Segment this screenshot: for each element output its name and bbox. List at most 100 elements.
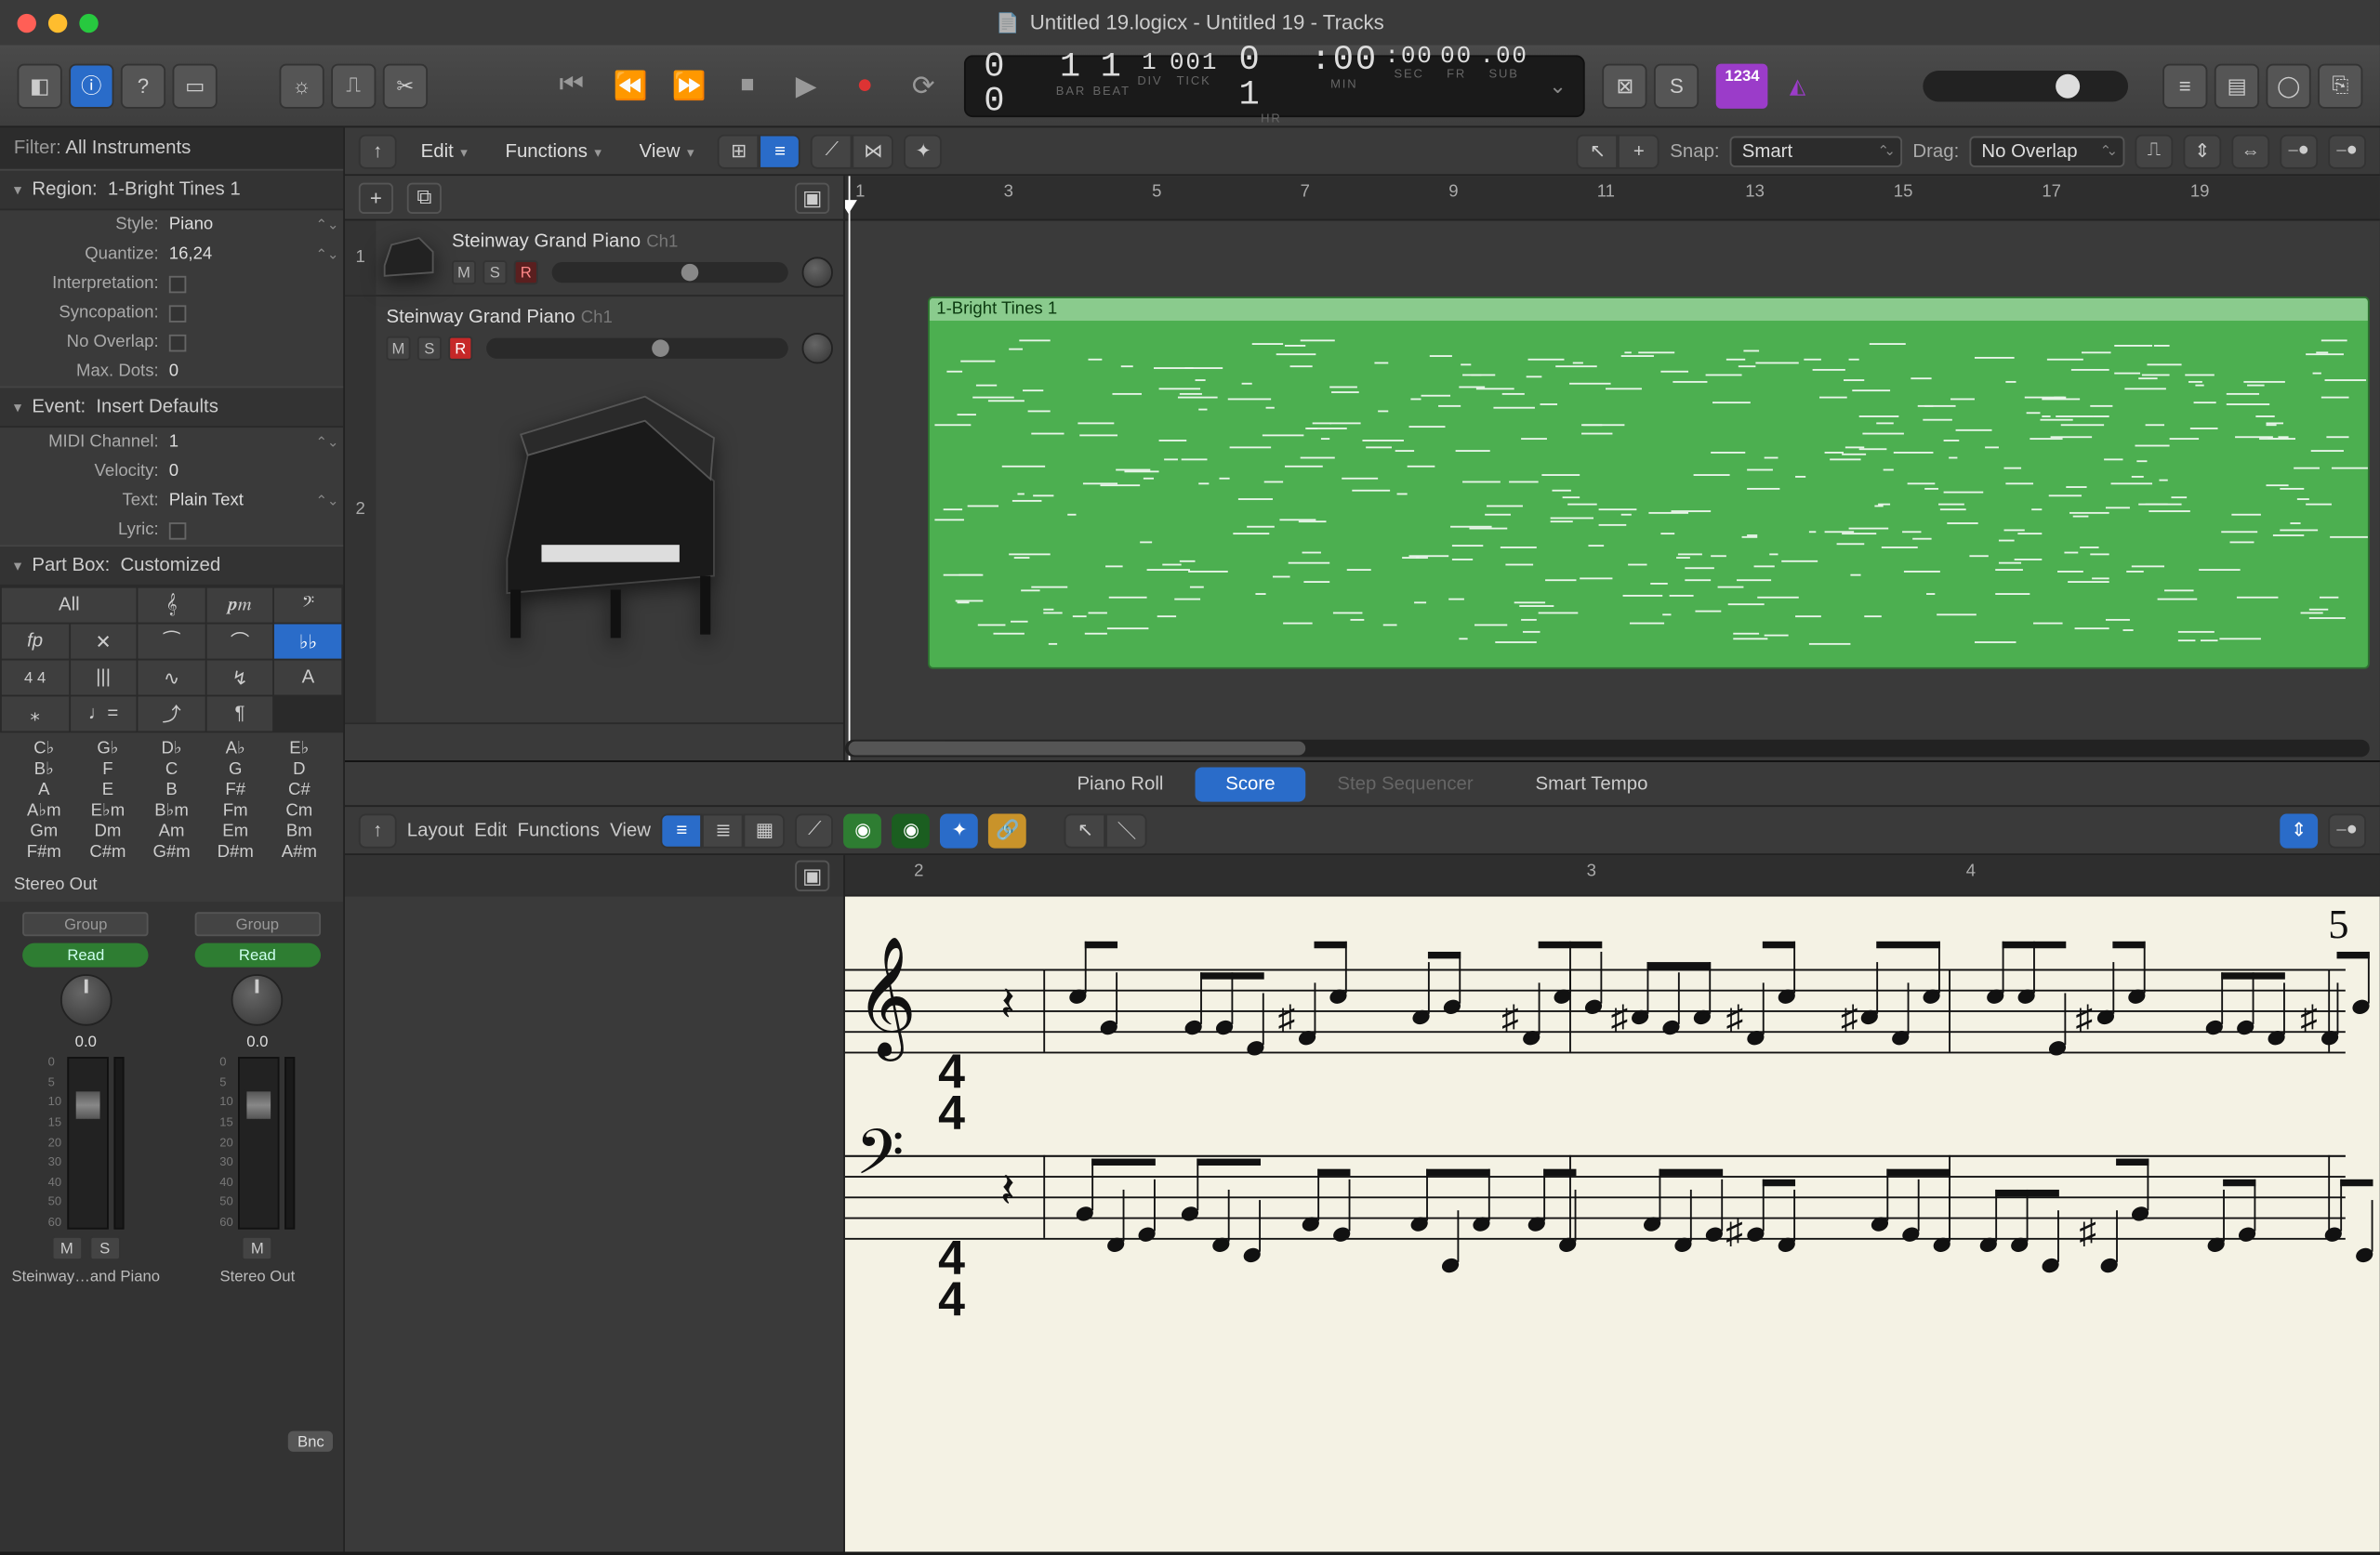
key-item[interactable]: G#m xyxy=(141,843,202,862)
playhead[interactable] xyxy=(849,176,851,760)
master-level-slider[interactable] xyxy=(1923,70,2128,100)
automation-read-button[interactable]: Read xyxy=(22,943,149,968)
editors-button[interactable]: ✂ xyxy=(383,63,428,108)
partbox-clefs[interactable]: 𝄞 xyxy=(139,588,205,623)
partbox-item[interactable]: ⤴ xyxy=(139,696,205,731)
grid-view-button[interactable]: ⊞ xyxy=(718,134,760,168)
key-item[interactable]: A#m xyxy=(269,843,329,862)
lcd-display[interactable]: 0 0 1BAR 1BEAT 1DIV 001TICK 0 1HR :00MIN… xyxy=(965,54,1585,116)
tab-piano-roll[interactable]: Piano Roll xyxy=(1046,767,1195,801)
group-slot[interactable]: Group xyxy=(22,912,149,936)
pointer-tool[interactable]: ↖ xyxy=(1577,134,1619,168)
mute-button[interactable]: M xyxy=(51,1236,82,1260)
key-item[interactable]: Cm xyxy=(269,802,329,821)
score-functions-menu[interactable]: Functions xyxy=(518,820,600,840)
flex-button[interactable]: ⋈ xyxy=(853,134,894,168)
key-item[interactable]: C♭ xyxy=(14,740,74,758)
track-row-1[interactable]: 1 Steinway Grand Piano Ch1 M S R xyxy=(345,220,843,297)
key-item[interactable]: C# xyxy=(269,781,329,799)
zoom-slider-h[interactable]: ⎯● xyxy=(2328,134,2366,168)
track-volume-slider[interactable] xyxy=(552,262,788,283)
score-alt-tool[interactable]: ＼ xyxy=(1106,813,1148,848)
key-item[interactable]: A xyxy=(14,781,74,799)
key-item[interactable]: F#m xyxy=(14,843,74,862)
partbox-item[interactable]: ⁀ xyxy=(139,625,205,659)
key-item[interactable]: F# xyxy=(205,781,266,799)
partbox-item[interactable]: ∿ xyxy=(139,660,205,694)
key-item[interactable]: Dm xyxy=(77,823,138,841)
score-catch-button[interactable]: ▣ xyxy=(795,861,829,891)
play-button[interactable]: ▶ xyxy=(782,61,830,110)
list-editors-button[interactable]: ≡ xyxy=(2162,63,2207,108)
arrange-area[interactable]: 135791113151719 1-Bright Tines 1 xyxy=(845,176,2380,760)
score-pointer-tool[interactable]: ↖ xyxy=(1064,813,1106,848)
no-overlap-checkbox[interactable] xyxy=(169,334,187,351)
smart-controls-button[interactable]: ☼ xyxy=(279,63,324,108)
region-quantize-select[interactable]: 16,24 xyxy=(169,244,316,263)
gain-value[interactable]: 0.0 xyxy=(75,1033,97,1050)
zoom-slider-v[interactable]: ⎯● xyxy=(2280,134,2318,168)
key-item[interactable]: D#m xyxy=(205,843,266,862)
partbox-accidentals[interactable]: ♭♭ xyxy=(275,625,342,659)
time-signature[interactable]: 44 xyxy=(938,1052,965,1135)
tab-smart-tempo[interactable]: Smart Tempo xyxy=(1504,767,1679,801)
partbox-item[interactable]: ||| xyxy=(70,660,137,694)
key-item[interactable]: E♭ xyxy=(269,740,329,758)
score-edit-menu[interactable]: Edit xyxy=(474,820,507,840)
staff-paper[interactable]: 5 𝄞 44 𝄽♯♯♯♯♯♯♯ xyxy=(845,897,2380,1552)
syncopation-checkbox[interactable] xyxy=(169,304,187,322)
loops-button[interactable]: ◯ xyxy=(2266,63,2310,108)
partbox-item[interactable]: ⁎ xyxy=(2,696,69,731)
key-item[interactable]: Em xyxy=(205,823,266,841)
bass-staff[interactable]: 𝄢 44 𝄽♯♯♯ xyxy=(845,1155,2346,1238)
interpretation-checkbox[interactable] xyxy=(169,275,187,293)
rewind-button[interactable]: ⏪ xyxy=(606,61,654,110)
key-item[interactable]: C#m xyxy=(77,843,138,862)
duplicate-track-button[interactable]: ⧉ xyxy=(407,182,442,213)
key-item[interactable]: B♭ xyxy=(14,760,74,779)
score-page-view[interactable]: ▦ xyxy=(744,813,786,848)
solo-button[interactable]: S xyxy=(89,1236,120,1260)
notes-button[interactable]: ▤ xyxy=(2215,63,2259,108)
partbox-bass-clef[interactable]: 𝄢 xyxy=(275,588,342,623)
count-in-badge[interactable]: 1234 xyxy=(1716,63,1768,108)
filter-bar[interactable]: Filter: All Instruments xyxy=(0,127,343,169)
stop-button[interactable]: ⏹ xyxy=(723,61,772,110)
help-button[interactable]: ? xyxy=(121,63,165,108)
key-item[interactable]: G♭ xyxy=(77,740,138,758)
key-item[interactable]: E xyxy=(77,781,138,799)
max-dots-value[interactable]: 0 xyxy=(169,362,330,381)
partbox-timesig[interactable]: 4 4 xyxy=(2,660,69,694)
score-wrapped-view[interactable]: ≡ xyxy=(661,813,703,848)
region-section-header[interactable]: Region: 1-Bright Tines 1 xyxy=(0,169,343,211)
midi-channel-value[interactable]: 1 xyxy=(169,433,316,452)
record-button[interactable]: ● xyxy=(840,61,889,110)
key-item[interactable]: F xyxy=(77,760,138,779)
partbox-item[interactable]: ⌒ xyxy=(206,625,273,659)
key-item[interactable]: G xyxy=(205,760,266,779)
track-solo[interactable]: S xyxy=(483,260,507,284)
tab-score[interactable]: Score xyxy=(1195,767,1306,801)
key-item[interactable]: A♭ xyxy=(205,740,266,758)
automation-read-button[interactable]: Read xyxy=(194,943,321,968)
gain-value[interactable]: 0.0 xyxy=(246,1033,268,1050)
score-main[interactable]: 2345 5 𝄞 44 𝄽♯♯♯♯♯♯♯ xyxy=(845,855,2380,1551)
partbox-item[interactable]: ↯ xyxy=(206,660,273,694)
cycle-button[interactable]: ⟳ xyxy=(899,61,947,110)
arrange-h-scrollbar[interactable] xyxy=(845,740,2370,758)
toolbar-toggle-button[interactable]: ▭ xyxy=(173,63,218,108)
solo-button[interactable]: S xyxy=(1654,63,1699,108)
link-button[interactable]: 🔗 xyxy=(989,813,1027,848)
key-item[interactable]: A♭m xyxy=(14,802,74,821)
midi-region[interactable]: 1-Bright Tines 1 xyxy=(928,297,2370,669)
velocity-value[interactable]: 0 xyxy=(169,462,330,481)
mixer-button[interactable]: ⎍ xyxy=(331,63,376,108)
go-to-start-button[interactable]: ⏮ xyxy=(548,61,596,110)
partbox-fp[interactable]: fp xyxy=(2,625,69,659)
replace-button[interactable]: ⊠ xyxy=(1603,63,1647,108)
track-mute[interactable]: M xyxy=(387,336,411,361)
score-vzoom-button[interactable]: ⇕ xyxy=(2280,813,2318,848)
track-row-2[interactable]: 2 Steinway Grand Piano Ch1 M S R xyxy=(345,297,843,724)
view-menu[interactable]: View xyxy=(626,136,707,166)
score-ruler[interactable]: 2345 xyxy=(845,855,2380,897)
